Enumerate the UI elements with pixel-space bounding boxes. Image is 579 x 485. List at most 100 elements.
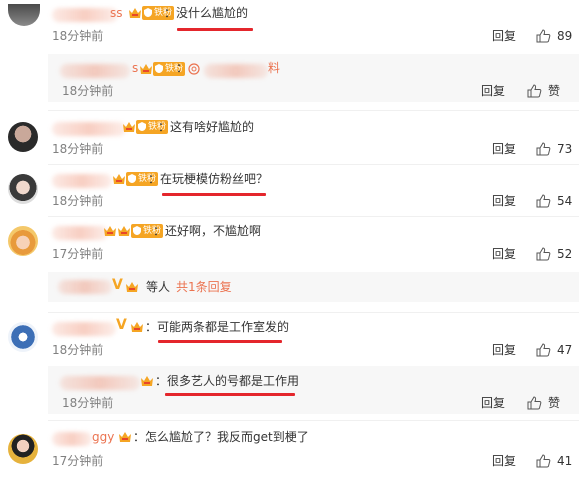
avatar[interactable] — [8, 434, 38, 464]
comment-text-tail: 料 — [268, 61, 281, 75]
thumbs-up-icon — [536, 454, 551, 468]
crown-icon — [104, 226, 116, 236]
sub-reply-tail: 等人 — [146, 280, 171, 294]
divider — [48, 216, 579, 217]
divider — [48, 312, 579, 313]
comment-text: ：可能两条都是工作室发的 — [145, 320, 290, 334]
like-count: 41 — [557, 454, 573, 468]
comment-5: 铁粉 ：还好啊，不尴尬啊 17分钟前 回复 52 V 等人 共1条回复 — [0, 218, 579, 308]
divider — [48, 110, 579, 111]
avatar[interactable] — [8, 4, 40, 26]
fan-badge-icon — [133, 226, 141, 235]
fan-badge-icon — [144, 8, 152, 17]
highlight-underline — [158, 340, 282, 343]
like-button[interactable]: 54 — [535, 192, 575, 210]
thumbs-up-icon — [536, 247, 551, 261]
crown-icon — [113, 174, 125, 184]
thumbs-up-icon — [527, 84, 542, 98]
like-button[interactable]: 赞 — [526, 82, 571, 100]
avatar[interactable] — [8, 122, 38, 152]
timestamp: 17分钟前 — [52, 454, 104, 468]
divider — [48, 164, 579, 165]
crown-icon — [119, 432, 131, 442]
timestamp: 18分钟前 — [52, 142, 104, 156]
like-button[interactable]: 73 — [535, 140, 575, 158]
reply-button[interactable]: 回复 — [492, 452, 516, 470]
like-count: 赞 — [548, 84, 561, 98]
reply-button[interactable]: 回复 — [492, 341, 516, 359]
reply-button[interactable]: 回复 — [492, 140, 516, 158]
username-blurred[interactable] — [52, 174, 112, 188]
like-count: 52 — [557, 247, 573, 261]
username-blurred[interactable] — [60, 376, 140, 390]
reply-button[interactable]: 回复 — [481, 394, 505, 412]
thumbs-up-icon — [536, 142, 551, 156]
reply-button[interactable]: 回复 — [492, 192, 516, 210]
comment-4: 铁粉 ：在玩梗模仿粉丝吧？ 18分钟前 回复 54 — [0, 166, 579, 216]
fan-badge-icon — [138, 122, 146, 131]
reply-button[interactable]: 回复 — [492, 27, 516, 45]
comment-2: s 铁粉 ： 料 18分钟前 回复 赞 — [0, 54, 579, 102]
like-count: 54 — [557, 194, 573, 208]
avatar[interactable] — [8, 174, 38, 204]
username-blurred[interactable] — [52, 322, 116, 336]
like-count: 73 — [557, 142, 573, 156]
reply-button[interactable]: 回复 — [481, 82, 505, 100]
comment-6: V ：可能两条都是工作室发的 18分钟前 回复 47 — [0, 314, 579, 364]
crown-icon — [118, 226, 130, 236]
username[interactable]: ggy — [92, 427, 114, 447]
at-mention-icon — [188, 63, 200, 75]
thumbs-up-icon — [536, 194, 551, 208]
crown-icon — [131, 322, 143, 332]
crown-icon — [126, 282, 138, 292]
like-count: 47 — [557, 343, 573, 357]
thumbs-up-icon — [536, 343, 551, 357]
sub-reply-summary[interactable]: V 等人 共1条回复 — [48, 272, 579, 302]
highlight-underline — [177, 28, 253, 31]
like-button[interactable]: 89 — [535, 27, 575, 45]
like-button[interactable]: 47 — [535, 341, 575, 359]
thumbs-up-icon — [536, 29, 551, 43]
username-blurred[interactable] — [58, 280, 112, 294]
like-button[interactable]: 52 — [535, 245, 575, 263]
comment-7: ：很多艺人的号都是工作用 18分钟前 回复 赞 — [0, 366, 579, 414]
username-blurred[interactable] — [52, 122, 126, 136]
username-blurred[interactable] — [52, 432, 92, 446]
avatar[interactable] — [8, 322, 38, 352]
crown-icon — [141, 376, 153, 386]
comment-text: ： — [176, 61, 189, 75]
comment-text: ：在玩梗模仿粉丝吧？ — [148, 172, 269, 186]
thumbs-up-icon — [527, 396, 542, 410]
highlight-underline — [165, 393, 295, 396]
crown-icon — [123, 122, 135, 132]
like-button[interactable]: 41 — [535, 452, 575, 470]
reply-button[interactable]: 回复 — [492, 245, 516, 263]
verified-v-icon: V — [116, 317, 127, 333]
username-blurred[interactable] — [52, 8, 118, 22]
comment-3: 铁粉 ：这有啥好尴尬的 18分钟前 回复 73 — [0, 112, 579, 162]
comment-text: ：很多艺人的号都是工作用 — [155, 374, 300, 388]
verified-v-icon: V — [112, 277, 123, 293]
timestamp: 18分钟前 — [52, 194, 104, 208]
divider — [48, 420, 579, 421]
highlight-underline — [162, 193, 266, 196]
username[interactable]: s — [132, 58, 138, 78]
timestamp: 17分钟前 — [52, 247, 104, 261]
comment-text: ：怎么尴尬了？我反而get到梗了 — [133, 430, 309, 444]
username-blurred[interactable] — [60, 64, 130, 78]
like-button[interactable]: 赞 — [526, 394, 571, 412]
comment-text: ：还好啊，不尴尬啊 — [153, 224, 262, 238]
timestamp: 18分钟前 — [52, 343, 104, 357]
crown-icon — [140, 64, 152, 74]
username[interactable]: ss — [110, 3, 123, 23]
like-count: 赞 — [548, 396, 561, 410]
timestamp: 18分钟前 — [62, 396, 114, 410]
mention-blurred[interactable] — [204, 64, 268, 78]
comment-text: ：这有啥好尴尬的 — [158, 120, 255, 134]
timestamp: 18分钟前 — [52, 29, 104, 43]
timestamp: 18分钟前 — [62, 84, 114, 98]
avatar[interactable] — [8, 226, 38, 256]
username-blurred[interactable] — [52, 226, 108, 240]
comment-8: ggy ：怎么尴尬了？我反而get到梗了 17分钟前 回复 41 — [0, 422, 579, 485]
expand-replies-link[interactable]: 共1条回复 — [176, 278, 232, 295]
